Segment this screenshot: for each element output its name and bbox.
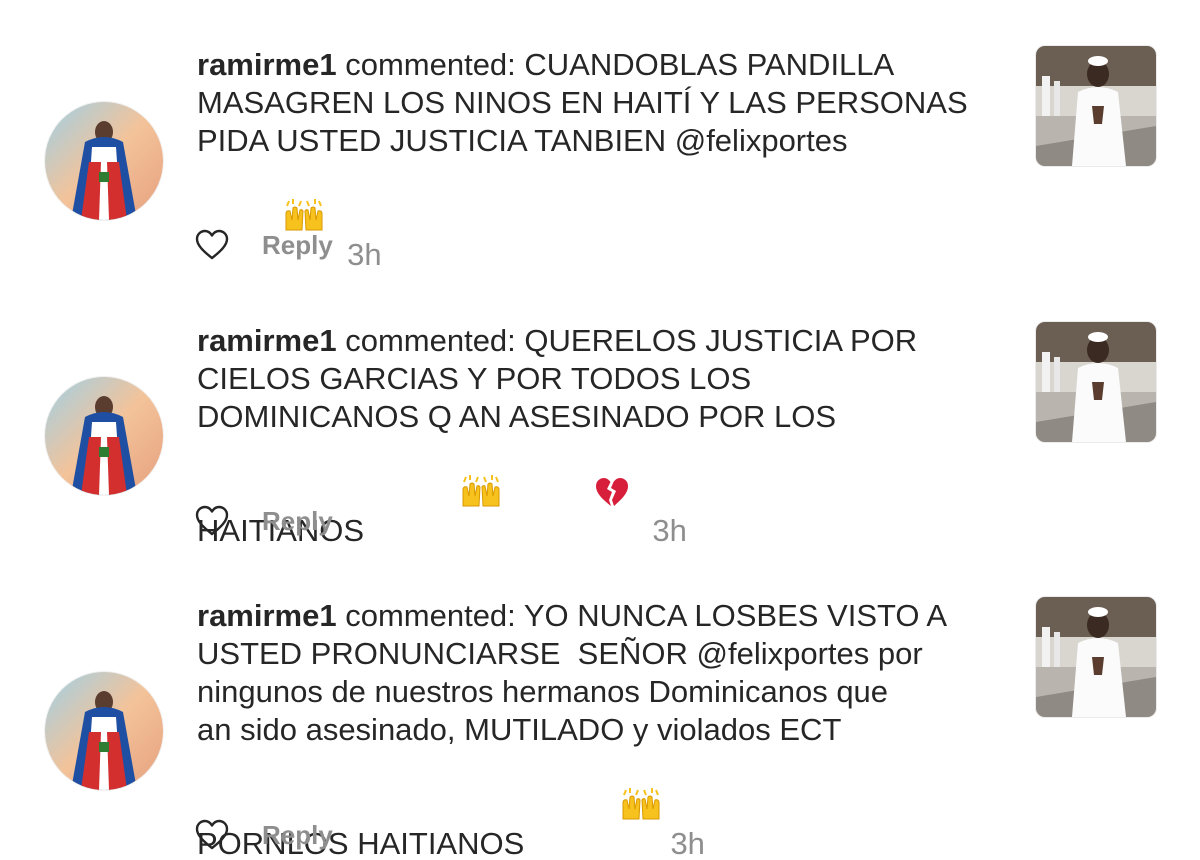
comment-line: PIDA USTED JUSTICIA TANBIEN @felixportes: [197, 123, 848, 158]
activity-feed: ramirme1 commented: CUANDOBLAS PANDILLA …: [0, 0, 1200, 860]
comment-actions: Reply: [195, 503, 333, 539]
comment-line: ningunos de nuestros hermanos Dominicano…: [197, 674, 889, 709]
timestamp: 3h: [652, 513, 687, 548]
username[interactable]: ramirme1: [197, 323, 337, 358]
avatar[interactable]: [45, 102, 163, 220]
timestamp: 3h: [670, 826, 705, 860]
post-thumbnail[interactable]: [1036, 597, 1156, 717]
comment-actions: Reply: [195, 817, 333, 853]
raising-hands-icon: [374, 436, 502, 555]
comment-line: commented: YO NUNCA LOSBES VISTO A: [336, 598, 948, 633]
like-heart-icon[interactable]: [195, 819, 229, 851]
like-heart-icon[interactable]: [195, 229, 229, 261]
broken-heart-icon: [508, 438, 630, 555]
raising-hands-icon: [534, 749, 662, 860]
comment-line: USTED PRONUNCIARSE SEÑOR @felixportes po…: [197, 636, 923, 671]
avatar[interactable]: [45, 377, 163, 495]
comment-actions: Reply: [195, 227, 333, 263]
avatar[interactable]: [45, 672, 163, 790]
comment-line: commented: CUANDOBLAS PANDILLA: [336, 47, 895, 82]
reply-button[interactable]: Reply: [262, 820, 333, 851]
post-thumbnail[interactable]: [1036, 322, 1156, 442]
comment-line: DOMINICANOS Q AN ASESINADO POR LOS: [197, 399, 837, 434]
reply-button[interactable]: Reply: [262, 230, 333, 261]
comment-line: commented: QUERELOS JUSTICIA POR: [336, 323, 918, 358]
post-thumbnail[interactable]: [1036, 46, 1156, 166]
username[interactable]: ramirme1: [197, 47, 337, 82]
timestamp: 3h: [347, 237, 382, 272]
reply-button[interactable]: Reply: [262, 506, 333, 537]
comment-line: MASAGREN LOS NINOS EN HAITÍ Y LAS PERSON…: [197, 85, 968, 120]
username[interactable]: ramirme1: [197, 598, 337, 633]
like-heart-icon[interactable]: [195, 505, 229, 537]
comment-line: CIELOS GARCIAS Y POR TODOS LOS: [197, 361, 752, 396]
comment-line: an sido asesinado, MUTILADO y violados E…: [197, 712, 842, 747]
